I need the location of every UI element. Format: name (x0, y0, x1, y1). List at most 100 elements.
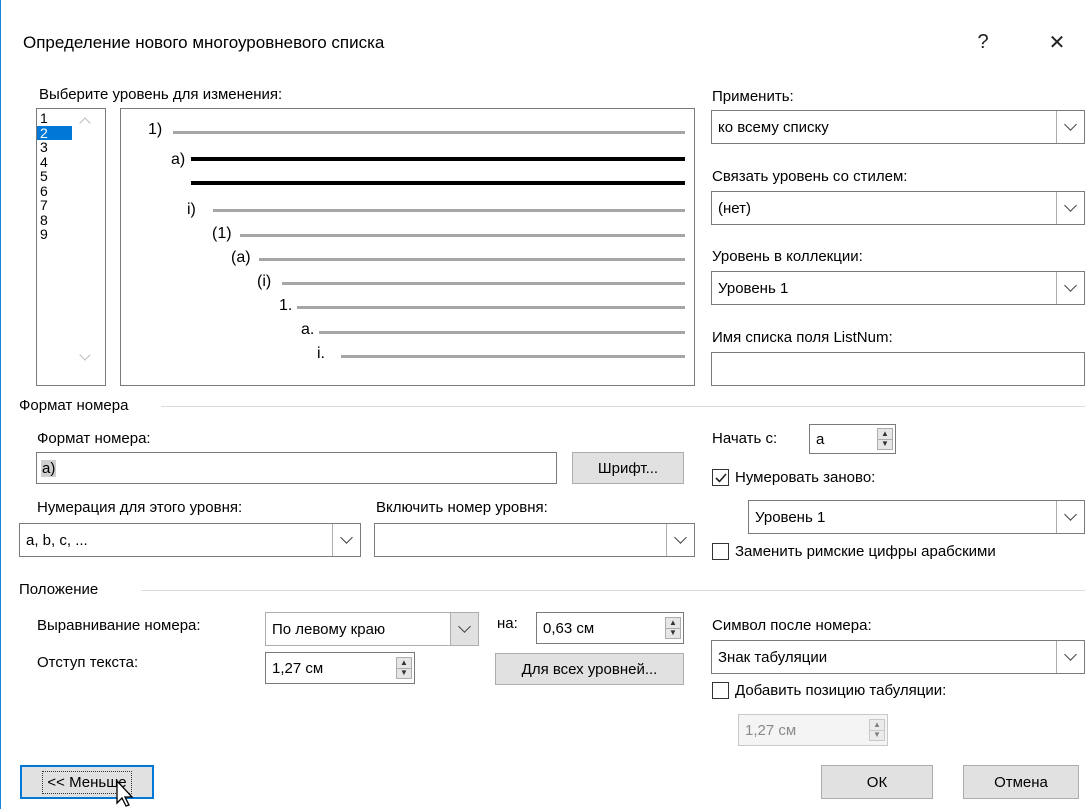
preview-number: a) (171, 151, 186, 168)
level-list-item[interactable]: 4 (37, 154, 73, 170)
tab-position-spinner: 1,27 см ▲ ▼ (738, 714, 888, 746)
preview-number: i. (317, 345, 325, 362)
spin-buttons[interactable]: ▲ ▼ (665, 617, 681, 639)
numbering-style-value: a, b, c, ... (26, 531, 88, 549)
preview-line (173, 131, 685, 134)
preview-line (259, 258, 685, 261)
preview-number: a. (301, 321, 315, 338)
level-list-item[interactable]: 6 (37, 183, 73, 199)
all-levels-button[interactable]: Для всех уровней... (495, 653, 684, 685)
dialog-title: Определение нового многоуровневого списк… (23, 33, 385, 52)
level-list-item[interactable]: 7 (37, 198, 73, 213)
format-label: Формат номера: (37, 430, 151, 447)
tab-position-value: 1,27 см (745, 721, 797, 739)
include-level-select[interactable] (374, 523, 695, 557)
chevron-down-icon (1056, 501, 1084, 533)
indent-spinner[interactable]: 1,27 см ▲ ▼ (265, 652, 415, 684)
gallery-level-select[interactable]: Уровень 1 (711, 271, 1085, 305)
alignment-label: Выравнивание номера: (37, 617, 201, 634)
spin-buttons: ▲ ▼ (869, 719, 885, 741)
numbering-style-label: Нумерация для этого уровня: (37, 499, 243, 516)
checkmark-icon (714, 472, 727, 483)
format-input[interactable]: a) (36, 452, 557, 484)
spin-down-icon[interactable]: ▼ (397, 667, 411, 679)
level-chooser-label: Выберите уровень для изменения: (39, 86, 283, 103)
section-divider (141, 590, 1085, 591)
gallery-level-value: Уровень 1 (718, 279, 789, 297)
close-button[interactable]: ✕ (1037, 22, 1077, 62)
restart-after-value: Уровень 1 (755, 508, 826, 526)
help-icon: ? (977, 30, 989, 53)
spin-up-icon[interactable]: ▲ (397, 658, 411, 668)
spin-down-icon[interactable]: ▼ (666, 627, 680, 639)
chevron-down-icon (1056, 192, 1084, 224)
level-list-item[interactable]: 9 (37, 227, 73, 242)
cancel-button[interactable]: Отмена (963, 765, 1079, 799)
follow-value: Знак табуляции (718, 648, 828, 666)
preview-number: 1) (148, 121, 163, 138)
listnum-label: Имя списка поля ListNum: (712, 329, 893, 346)
add-tab-label: Добавить позицию табуляции: (735, 682, 947, 699)
spin-up-icon[interactable]: ▲ (666, 618, 680, 628)
link-style-label: Связать уровень со стилем: (712, 168, 908, 185)
start-at-spinner[interactable]: a ▲ ▼ (809, 424, 896, 454)
dialog-window: Определение нового многоуровневого списк… (0, 0, 1085, 809)
help-button[interactable]: ? (963, 22, 1003, 62)
level-list-item[interactable]: 1 (37, 111, 73, 126)
start-at-value: a (816, 430, 825, 448)
at-label: на: (497, 615, 518, 632)
level-list-item[interactable]: 8 (37, 212, 73, 228)
ok-button[interactable]: ОК (821, 765, 933, 799)
add-tab-checkbox-row[interactable]: Добавить позицию табуляции: (712, 682, 946, 699)
level-listbox[interactable]: 123456789 (36, 108, 106, 386)
at-spinner[interactable]: 0,63 см ▲ ▼ (536, 612, 684, 644)
scroll-up-icon[interactable] (79, 117, 91, 129)
restart-after-select[interactable]: Уровень 1 (748, 500, 1085, 534)
include-level-label: Включить номер уровня: (376, 499, 548, 516)
at-value: 0,63 см (543, 619, 595, 637)
listnum-input[interactable] (711, 352, 1085, 386)
close-icon: ✕ (1048, 31, 1066, 54)
follow-select[interactable]: Знак табуляции (711, 640, 1085, 674)
chevron-down-icon (1056, 641, 1084, 673)
restart-checkbox[interactable] (712, 469, 729, 486)
preview-line (319, 331, 685, 334)
spin-down-icon[interactable]: ▼ (878, 438, 892, 450)
start-at-label: Начать с: (712, 430, 778, 447)
legal-checkbox-row[interactable]: Заменить римские цифры арабскими (712, 543, 996, 560)
level-list-item[interactable]: 5 (37, 169, 73, 184)
chevron-down-icon (1056, 272, 1084, 304)
link-style-select[interactable]: (нет) (711, 191, 1085, 225)
spin-up-icon[interactable]: ▲ (878, 429, 892, 439)
chevron-down-icon (1056, 111, 1084, 143)
restart-checkbox-row[interactable]: Нумеровать заново: (712, 469, 875, 486)
spin-buttons[interactable]: ▲ ▼ (396, 657, 412, 679)
position-section-title: Положение (19, 581, 105, 598)
preview-line (240, 234, 685, 237)
chevron-down-icon (332, 524, 360, 556)
apply-select[interactable]: ко всему списку (711, 110, 1085, 144)
link-style-value: (нет) (718, 199, 751, 217)
alignment-select[interactable]: По левому краю (265, 612, 479, 646)
preview-number: i) (187, 201, 196, 218)
preview-line (282, 282, 685, 285)
section-divider (161, 406, 1085, 407)
scroll-down-icon[interactable] (79, 349, 91, 361)
number-format-section-title: Формат номера (19, 397, 135, 414)
font-button[interactable]: Шрифт... (572, 452, 684, 484)
spin-buttons[interactable]: ▲ ▼ (877, 428, 893, 450)
legal-label: Заменить римские цифры арабскими (735, 543, 996, 560)
level-list-item[interactable]: 2 (37, 125, 72, 140)
gallery-level-label: Уровень в коллекции: (712, 248, 863, 265)
add-tab-checkbox[interactable] (712, 682, 729, 699)
apply-value: ко всему списку (718, 118, 829, 136)
legal-checkbox[interactable] (712, 543, 729, 560)
alignment-value: По левому краю (266, 613, 450, 645)
preview-line (341, 355, 685, 358)
indent-label: Отступ текста: (37, 654, 139, 671)
numbering-style-select[interactable]: a, b, c, ... (19, 523, 361, 557)
format-value: a) (41, 459, 57, 477)
preview-line (297, 306, 685, 309)
preview-number: 1. (279, 297, 293, 314)
level-list-item[interactable]: 3 (37, 140, 73, 155)
